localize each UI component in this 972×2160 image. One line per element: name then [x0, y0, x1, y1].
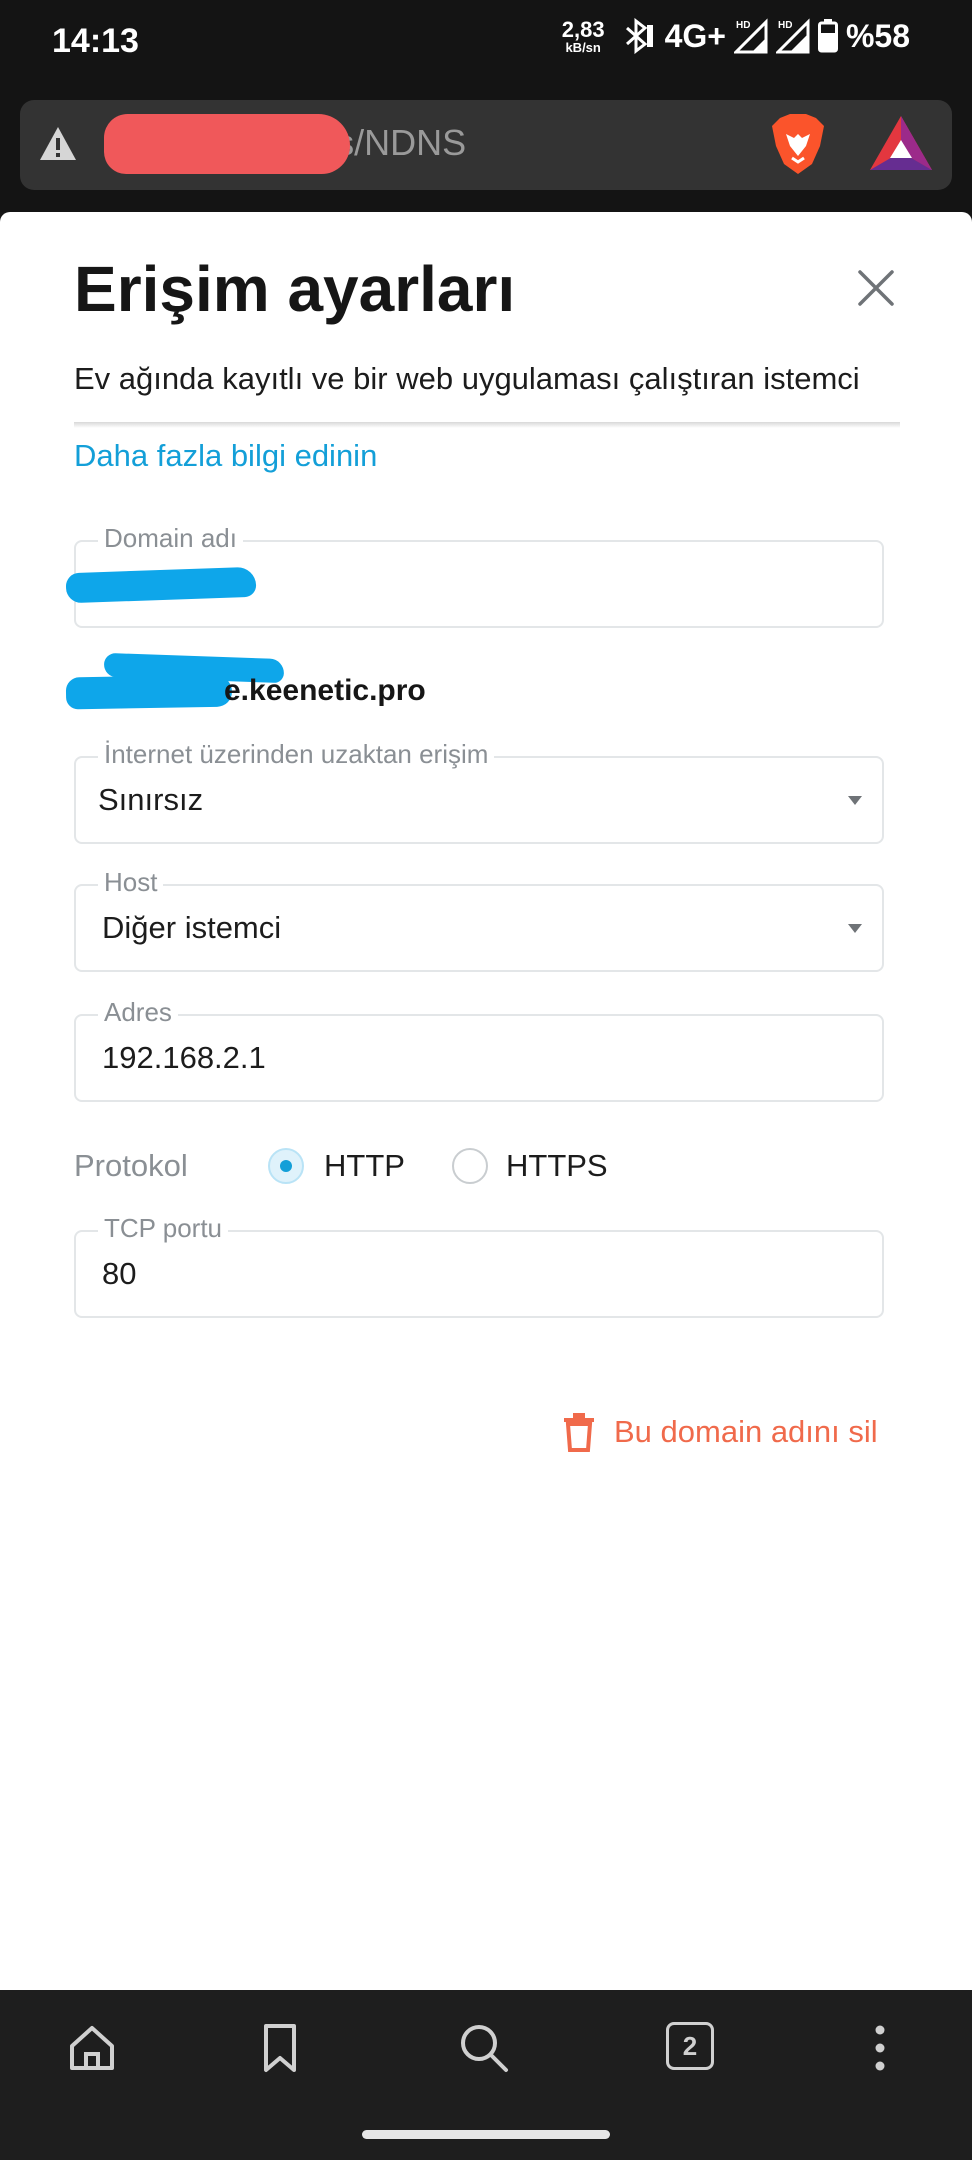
- redaction-mark: [65, 674, 233, 710]
- signal-icon: HD: [733, 18, 768, 54]
- battery-percent: %58: [845, 17, 910, 54]
- svg-text:HD: HD: [736, 20, 750, 31]
- address-bar[interactable]: RemoteAccess/NDNS: [20, 100, 952, 190]
- tabs-button[interactable]: 2: [666, 2022, 714, 2070]
- tcp-port-label: TCP portu: [98, 1213, 229, 1244]
- network-speed-value: 2,83: [561, 16, 605, 42]
- radio-https-label[interactable]: HTTPS: [506, 1148, 608, 1184]
- status-bar: 14:13 2,83 kB/sn 4G+ HD HD %58: [0, 0, 972, 88]
- description-container: Ev ağında kayıtlı ve bir web uygulaması …: [74, 352, 904, 420]
- tcp-port-value[interactable]: 80: [102, 1256, 136, 1292]
- status-icons: 2,83 kB/sn 4G+ HD HD %58: [562, 16, 910, 56]
- close-icon[interactable]: [854, 266, 898, 310]
- redaction-mark: [104, 114, 350, 174]
- network-speed: 2,83 kB/sn: [561, 16, 605, 55]
- more-vert-icon[interactable]: [854, 2022, 906, 2074]
- delete-domain-button[interactable]: Bu domain adını sil: [562, 1412, 878, 1452]
- domain-suffix: e.keenetic.pro: [224, 674, 426, 707]
- signal-icon-2: HD: [775, 18, 810, 54]
- remote-access-label: İnternet üzerinden uzaktan erişim: [98, 739, 495, 770]
- tab-count: 2: [682, 2030, 698, 2061]
- bluetooth-icon: [625, 17, 653, 55]
- description-fade: [74, 422, 900, 428]
- domain-name-label: Domain adı: [98, 523, 243, 554]
- svg-text:HD: HD: [778, 20, 792, 31]
- host-value[interactable]: Diğer istemci: [102, 910, 281, 946]
- page-title: Erişim ayarları: [74, 253, 516, 325]
- status-time: 14:13: [52, 22, 139, 60]
- address-label: Adres: [98, 997, 178, 1028]
- trash-icon: [564, 1413, 594, 1452]
- brave-lion-icon[interactable]: [768, 112, 828, 176]
- remote-access-select[interactable]: İnternet üzerinden uzaktan erişim Sınırs…: [74, 739, 884, 844]
- address-field[interactable]: Adres 192.168.2.1: [74, 997, 884, 1102]
- network-speed-unit: kB/sn: [565, 39, 601, 55]
- browser-bottom-bar: 2: [0, 1990, 972, 2106]
- bookmark-icon[interactable]: [254, 2022, 306, 2074]
- radio-http[interactable]: [268, 1148, 304, 1184]
- tcp-port-field[interactable]: TCP portu 80: [74, 1213, 884, 1318]
- search-icon[interactable]: [458, 2022, 510, 2074]
- radio-http-label[interactable]: HTTP: [324, 1148, 405, 1184]
- battery-icon: [817, 19, 838, 53]
- chevron-down-icon[interactable]: [848, 796, 862, 805]
- chevron-down-icon[interactable]: [848, 924, 862, 933]
- home-icon[interactable]: [66, 2022, 118, 2074]
- gesture-handle[interactable]: [362, 2130, 610, 2139]
- host-label: Host: [98, 867, 164, 898]
- learn-more-link[interactable]: Daha fazla bilgi edinin: [74, 438, 377, 474]
- address-value[interactable]: 192.168.2.1: [102, 1040, 266, 1076]
- warning-icon[interactable]: [38, 124, 78, 164]
- host-select[interactable]: Host Diğer istemci: [74, 867, 884, 972]
- protocol-label: Protokol: [74, 1148, 188, 1183]
- network-type: 4G+: [664, 17, 726, 54]
- bat-triangle-icon[interactable]: [868, 114, 934, 174]
- radio-https[interactable]: [452, 1148, 488, 1184]
- remote-access-value[interactable]: Sınırsız: [98, 782, 203, 818]
- browser-toolbar: RemoteAccess/NDNS: [0, 88, 972, 212]
- delete-domain-label[interactable]: Bu domain adını sil: [614, 1414, 878, 1450]
- access-settings-sheet: Erişim ayarları Ev ağında kayıtlı ve bir…: [0, 212, 972, 1990]
- description-text: Ev ağında kayıtlı ve bir web uygulaması …: [74, 361, 860, 420]
- gesture-area: [0, 2106, 972, 2160]
